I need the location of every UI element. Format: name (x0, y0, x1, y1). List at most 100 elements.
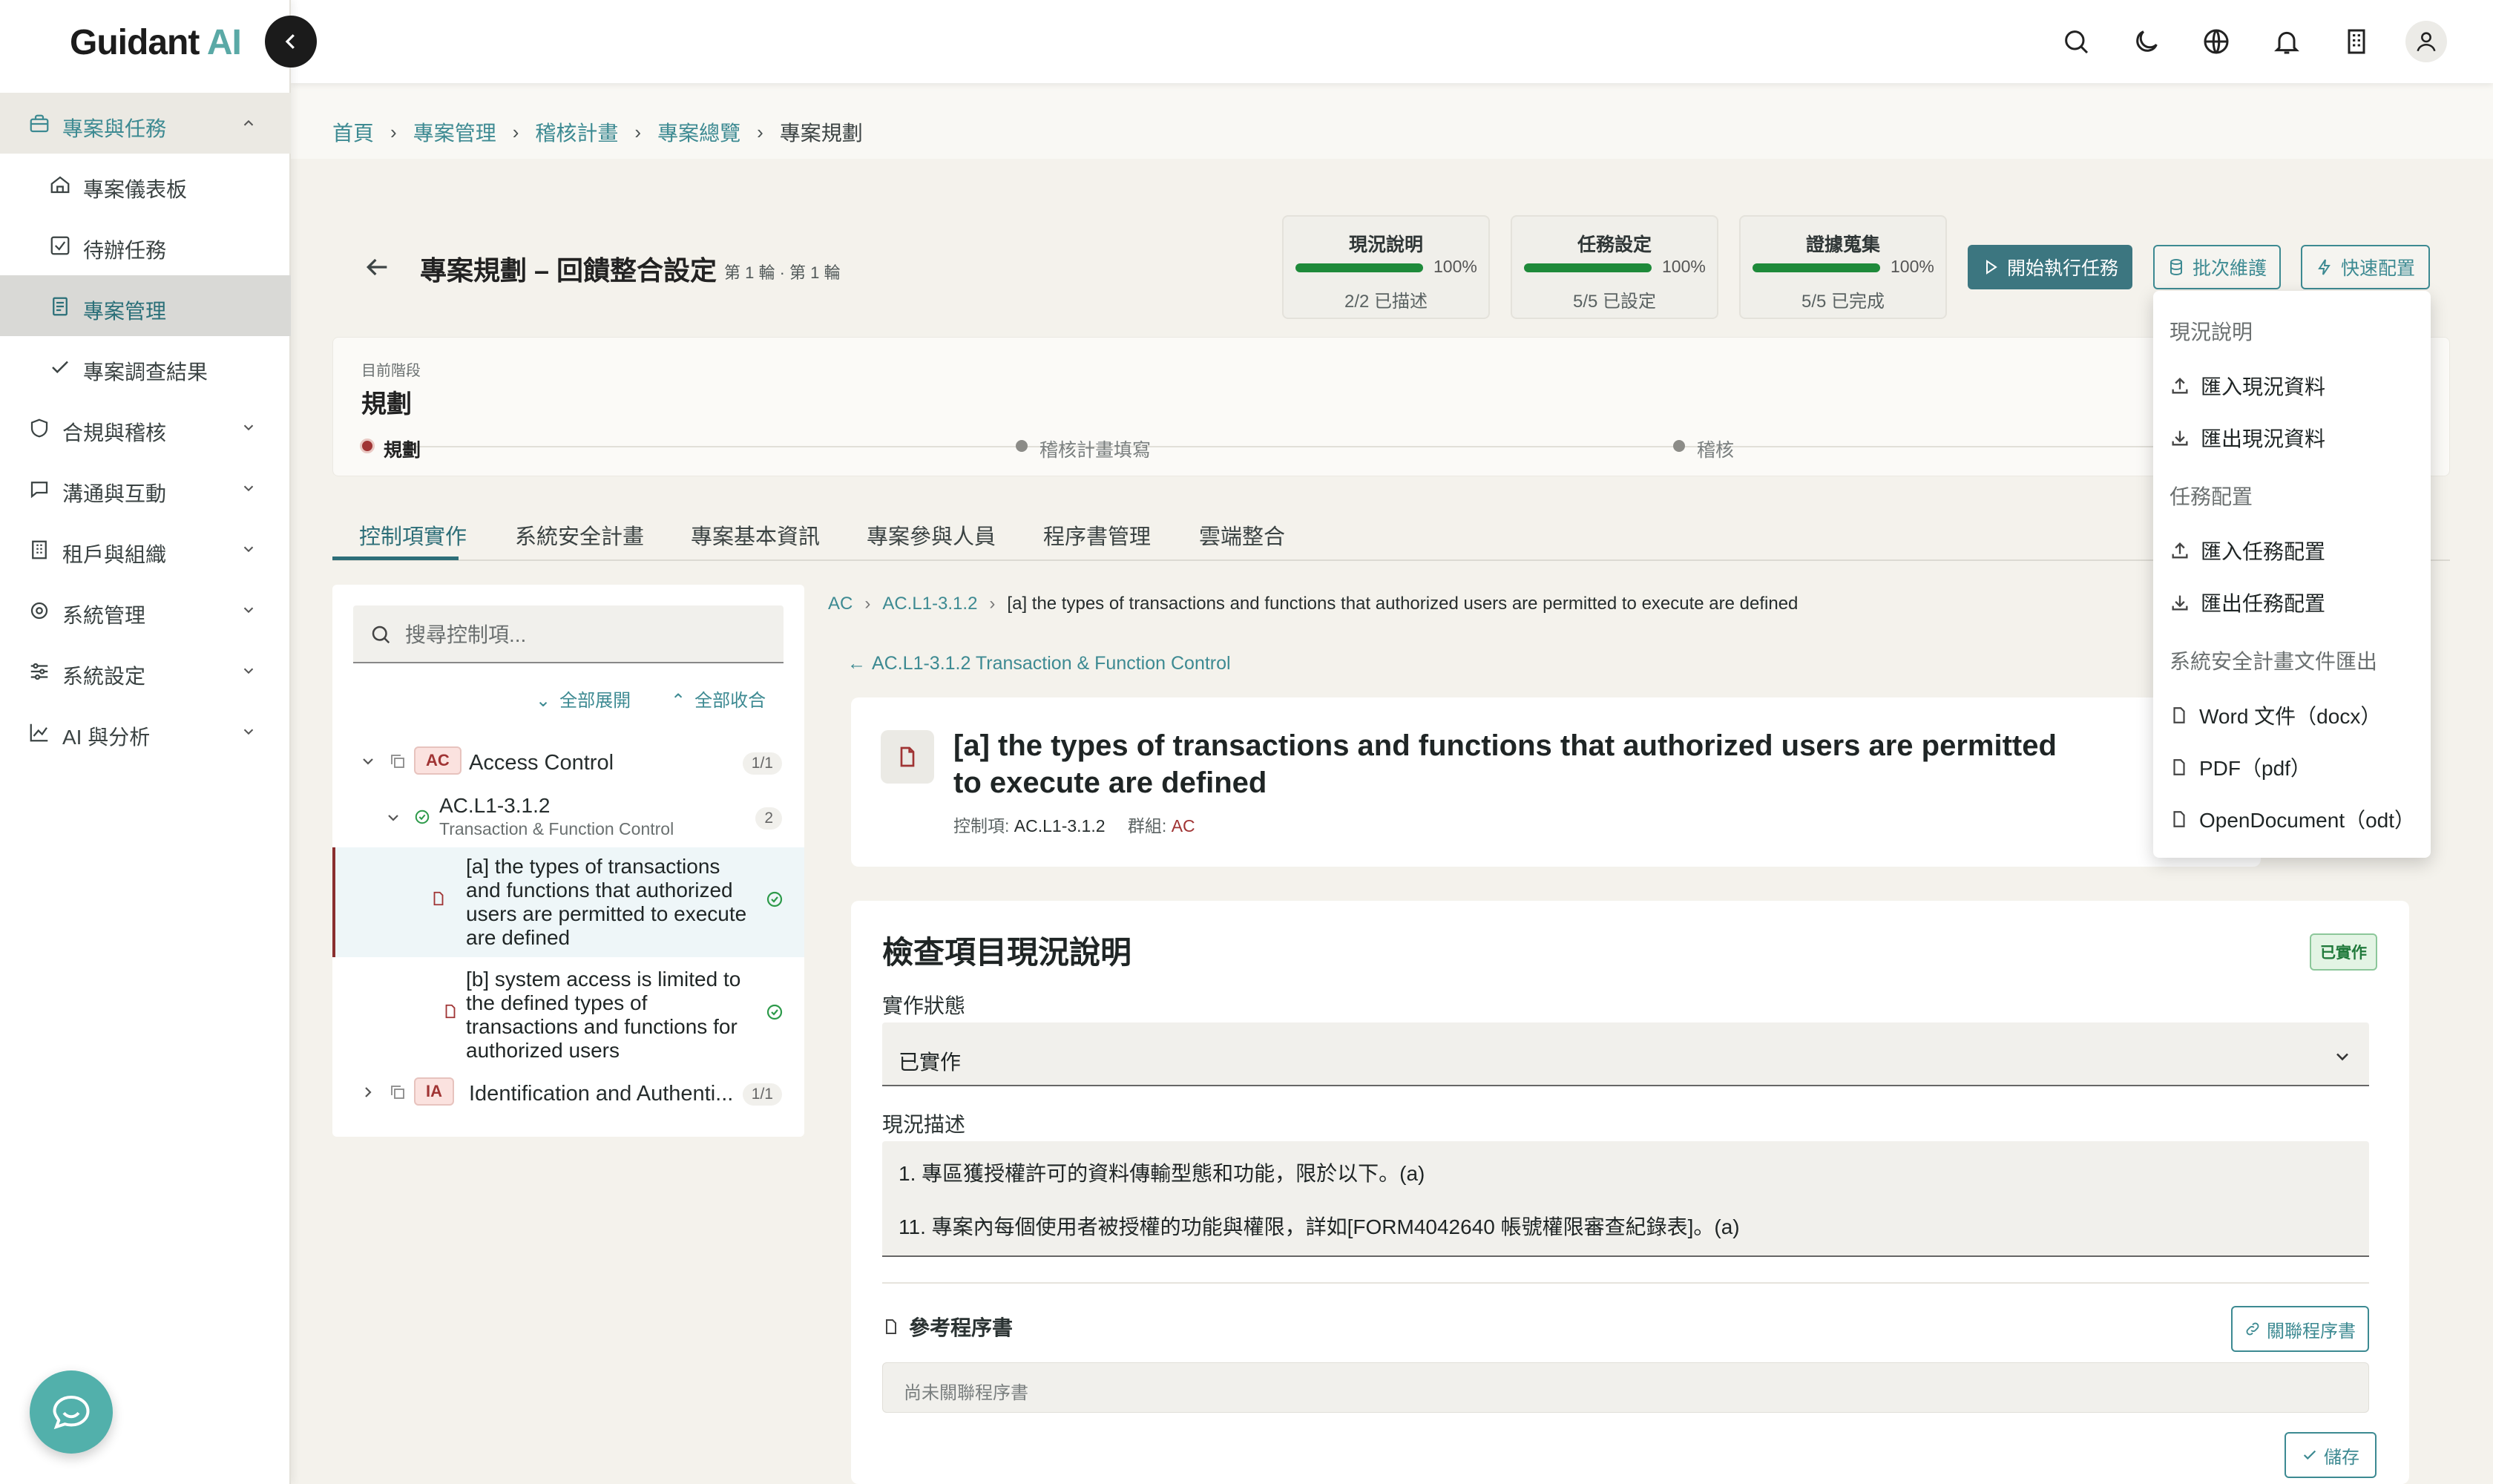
user-icon (2414, 29, 2439, 54)
globe-icon[interactable] (2201, 27, 2231, 56)
tree-group-ac[interactable]: AC Access Control 1/1 (332, 743, 804, 781)
sidebar-item-findings[interactable]: 專案調查結果 (0, 336, 291, 397)
sidebar-item-ai-analytics[interactable]: AI 與分析 (0, 701, 291, 762)
menu-heading: 任務配置 (2170, 485, 2253, 508)
document-icon (882, 1318, 900, 1336)
expand-all-button[interactable]: ⌄ 全部展開 (536, 686, 631, 712)
menu-item-export-pdf[interactable]: PDF（pdf） (2170, 752, 2311, 782)
menu-item-export-task[interactable]: 匯出任務配置 (2170, 588, 2325, 617)
bell-icon[interactable] (2272, 27, 2302, 56)
sidebar-item-system-settings[interactable]: 系統設定 (0, 640, 291, 701)
back-arrow-icon[interactable] (362, 252, 392, 282)
sidebar-item-label: 專案儀表板 (83, 178, 188, 201)
stat-sub: 5/5 已設定 (1572, 292, 1657, 312)
sidebar-item-todo[interactable]: 待辦任務 (0, 214, 291, 275)
stage-track (415, 446, 2418, 447)
tab-members[interactable]: 專案參與人員 (867, 519, 996, 551)
tree-objective-b[interactable]: [b] system access is limited to the defi… (332, 960, 804, 1070)
stat-sub: 5/5 已完成 (1801, 292, 1885, 312)
sidebar-item-compliance[interactable]: 合規與稽核 (0, 397, 291, 458)
quick-config-button[interactable]: 快速配置 (2301, 245, 2430, 289)
collapse-all-button[interactable]: ⌃ 全部收合 (671, 686, 766, 712)
tab-cloud[interactable]: 雲端整合 (1199, 519, 1285, 551)
objective-text: [b] system access is limited to the defi… (466, 968, 740, 1063)
sidebar-item-projects-tasks[interactable]: 專案與任務 (0, 93, 291, 154)
chevron-down-icon[interactable] (359, 752, 377, 770)
sidebar-item-label: 專案與任務 (62, 117, 167, 140)
chat-bot-button[interactable] (30, 1370, 113, 1454)
sidebar: Guidant AI 專案與任務 專案儀表板 待辦任務 專案管理 專案調查結果 … (0, 0, 291, 1484)
link-procedure-label: 關聯程序書 (2267, 1321, 2356, 1342)
menu-item-import-status[interactable]: 匯入現況資料 (2170, 371, 2325, 401)
meta-control-label: 控制項: (953, 816, 1010, 835)
search-field[interactable]: 搜尋控制項... (353, 605, 784, 663)
menu-item-export-odt[interactable]: OpenDocument（odt） (2170, 804, 2415, 834)
tab-procedures[interactable]: 程序書管理 (1043, 519, 1151, 551)
tree-group-ia[interactable]: IA Identification and Authenti... 1/1 (332, 1074, 804, 1112)
detail-crumb-control[interactable]: AC.L1-3.1.2 (882, 594, 977, 614)
menu-item-label: Word 文件（docx） (2199, 705, 2382, 728)
breadcrumb-project-management[interactable]: 專案管理 (413, 117, 496, 147)
upload-icon (2170, 375, 2190, 396)
detail-crumb-group[interactable]: AC (828, 594, 853, 614)
stat-title: 證據蒐集 (1805, 234, 1880, 255)
stat-card-evidence: 證據蒐集 100% 5/5 已完成 (1739, 215, 1947, 319)
back-to-control-link[interactable]: ← AC.L1-3.1.2 Transaction & Function Cont… (847, 653, 1231, 674)
stat-title: 現況說明 (1348, 234, 1423, 255)
description-textarea[interactable]: 1. 專區獲授權許可的資料傳輸型態和功能，限於以下。(a) 11. 專案內每個使… (882, 1141, 2369, 1257)
breadcrumb-home[interactable]: 首頁 (332, 117, 374, 147)
sidebar-item-project-management[interactable]: 專案管理 (0, 275, 291, 336)
brand-logo[interactable]: Guidant AI (70, 22, 242, 63)
search-icon[interactable] (2061, 27, 2091, 56)
save-button[interactable]: 儲存 (2285, 1432, 2377, 1478)
control-name: Transaction & Function Control (439, 819, 674, 838)
check-circle-icon (414, 809, 430, 825)
description-line: 11. 專案內每個使用者被授權的功能與權限，詳如[FORM4042640 帳號權… (899, 1215, 1740, 1238)
dark-mode-icon[interactable] (2132, 27, 2161, 56)
chevrons-down-icon: ⌄ (536, 691, 551, 711)
building-icon[interactable] (2342, 27, 2371, 56)
chevron-down-icon[interactable] (384, 809, 402, 827)
meta-control-value: AC.L1-3.1.2 (1014, 816, 1106, 835)
tab-ssp[interactable]: 系統安全計畫 (515, 519, 644, 551)
check-icon (2302, 1447, 2318, 1463)
batch-maintain-button[interactable]: 批次維護 (2153, 245, 2281, 289)
control-tree-panel: 搜尋控制項... ⌄ 全部展開 ⌃ 全部收合 AC Access Control 1… (332, 585, 804, 1137)
menu-heading: 系統安全計畫文件匯出 (2170, 650, 2378, 673)
sidebar-item-tenants[interactable]: 租戶與組織 (0, 519, 291, 580)
stat-percent: 100% (1433, 257, 1477, 276)
tree-objective-a[interactable]: [a] the types of transactions and functi… (332, 847, 804, 957)
start-task-button[interactable]: 開始執行任務 (1968, 245, 2132, 289)
sidebar-item-communication[interactable]: 溝通與互動 (0, 458, 291, 519)
document-icon (442, 1003, 459, 1020)
breadcrumb-audit-plan[interactable]: 稽核計畫 (535, 117, 618, 147)
objective-text: [a] the types of transactions and functi… (466, 855, 746, 950)
menu-item-export-status[interactable]: 匯出現況資料 (2170, 423, 2325, 453)
sidebar-item-label: 溝通與互動 (62, 482, 167, 505)
menu-item-import-task[interactable]: 匯入任務配置 (2170, 536, 2325, 565)
link-procedure-button[interactable]: 關聯程序書 (2231, 1306, 2369, 1352)
tab-control-implementation[interactable]: 控制項實作 (359, 519, 467, 551)
objective-title-card: [a] the types of transactions and functi… (851, 697, 2261, 867)
progress-bar (1295, 263, 1423, 272)
breadcrumb-overview[interactable]: 專案總覽 (657, 117, 740, 147)
objective-line: the defined types of (466, 991, 648, 1014)
chevron-right-icon[interactable] (359, 1083, 377, 1101)
collapse-sidebar-button[interactable] (265, 16, 317, 68)
check-circle-icon (766, 1003, 784, 1021)
tree-control-row[interactable]: AC.L1-3.1.2 Transaction & Function Contr… (332, 794, 804, 841)
back-to-control-label: AC.L1-3.1.2 Transaction & Function Contr… (872, 653, 1231, 674)
stage-dot (1673, 440, 1685, 452)
chevron-down-icon (240, 541, 257, 557)
save-label: 儲存 (2324, 1447, 2359, 1468)
sidebar-item-dashboard[interactable]: 專案儀表板 (0, 154, 291, 214)
status-select[interactable]: 已實作 (882, 1022, 2369, 1086)
tab-basic-info[interactable]: 專案基本資訊 (691, 519, 820, 551)
stat-percent: 100% (1891, 257, 1934, 276)
chevrons-up-icon: ⌃ (671, 691, 686, 711)
batch-maintain-menu: 現況說明 匯入現況資料 匯出現況資料 任務配置 匯入任務配置 匯出任務配置 系統… (2153, 291, 2431, 858)
menu-item-export-docx[interactable]: Word 文件（docx） (2170, 700, 2381, 730)
status-label: 實作狀態 (882, 994, 966, 1017)
user-avatar[interactable] (2405, 21, 2447, 62)
sidebar-item-system-admin[interactable]: 系統管理 (0, 580, 291, 640)
